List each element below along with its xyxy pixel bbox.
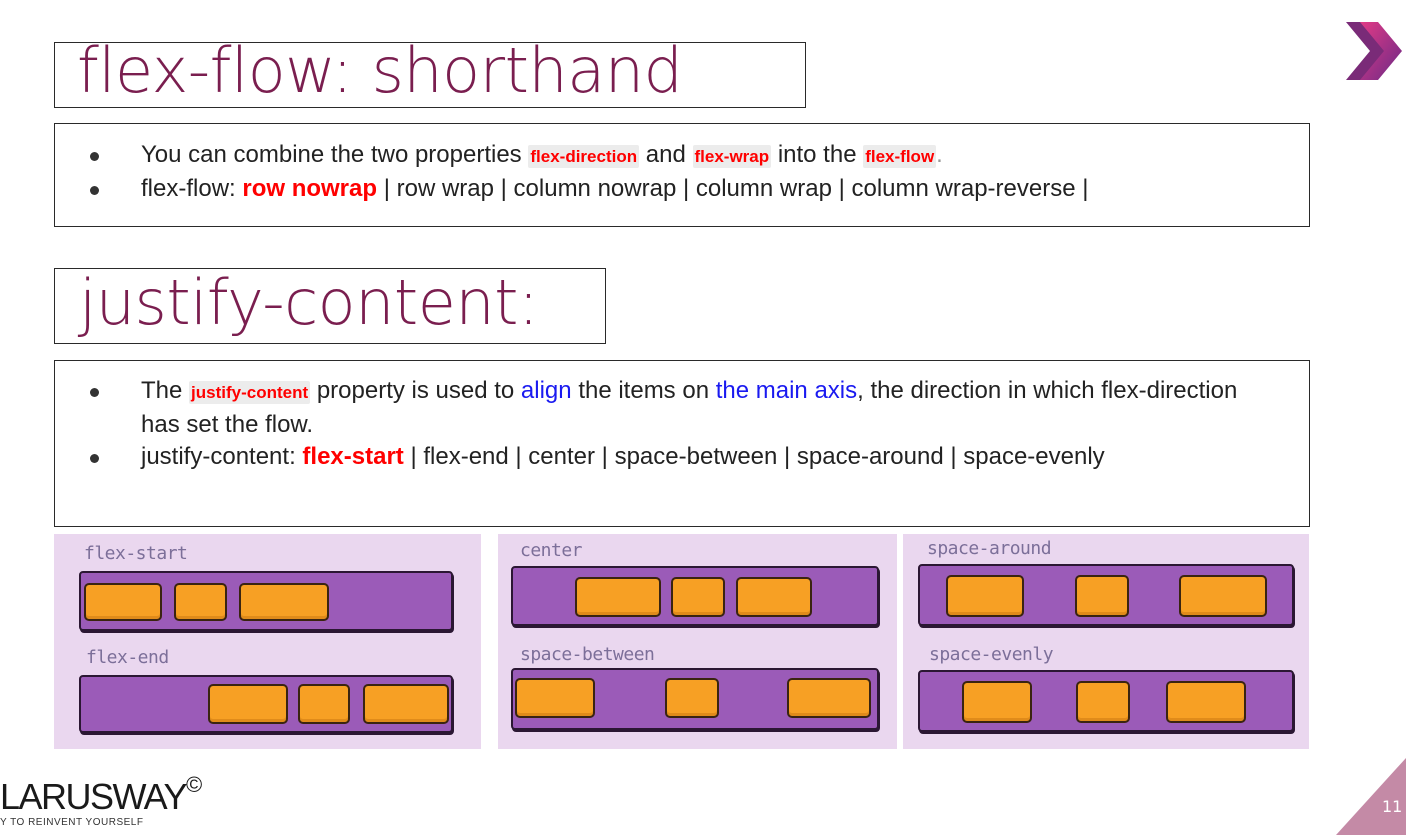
label-flex-end: flex-end: [86, 647, 169, 668]
illustration-panel-center-between: center space-between: [498, 534, 897, 749]
default-value-highlight: row nowrap: [242, 175, 378, 202]
flex-container-bar: [918, 670, 1294, 732]
label-space-evenly: space-evenly: [929, 644, 1054, 665]
flex-item: [671, 577, 725, 617]
label-center: center: [520, 540, 583, 561]
flex-container-bar: [511, 566, 879, 626]
copyright-symbol: ©: [186, 772, 203, 797]
justify-content-title-text: justify-content:: [79, 266, 539, 339]
flex-container-bar: [79, 571, 453, 631]
code-flex-direction: flex-direction: [528, 145, 640, 168]
label-space-between: space-between: [520, 644, 655, 665]
double-chevron-logo-icon: [1346, 22, 1402, 80]
flex-item: [1075, 575, 1129, 617]
brand-tagline: Y TO REINVENT YOURSELF: [0, 817, 144, 828]
brand-logo-text: LARUSWAY©: [0, 774, 202, 817]
bullet-text: | flex-end | center | space-between | sp…: [410, 443, 1105, 470]
illustration-panel-around-evenly: space-around space-evenly: [903, 534, 1309, 749]
flex-container-bar: [511, 668, 879, 730]
code-justify-content: justify-content: [189, 381, 311, 404]
flex-item: [1166, 681, 1246, 723]
flex-item: [84, 583, 162, 621]
justify-content-bullet-2: justify-content: flex-start | flex-end |…: [55, 441, 1309, 473]
flex-item: [946, 575, 1024, 617]
bullet-text: justify-content:: [141, 443, 296, 470]
justify-content-title: justify-content:: [54, 268, 606, 344]
flex-item: [1076, 681, 1130, 723]
flex-item: [298, 684, 350, 724]
flex-item: [208, 684, 288, 724]
default-value-highlight: flex-start: [302, 443, 404, 470]
code-flex-flow: flex-flow: [863, 145, 937, 168]
blue-text-align: align: [520, 377, 572, 404]
bullet-text: and: [645, 141, 686, 168]
bullet-text: property is used to: [316, 377, 515, 404]
illustration-panel-start-end: flex-start flex-end: [54, 534, 481, 749]
label-space-around: space-around: [927, 538, 1052, 559]
flex-item: [575, 577, 661, 617]
flex-item: [736, 577, 812, 617]
flex-item: [1179, 575, 1267, 617]
bullet-text: The: [141, 377, 183, 404]
justify-content-description-box: The justify-content property is used to …: [54, 360, 1310, 527]
justify-content-bullet-1: The justify-content property is used to …: [55, 375, 1309, 441]
flex-flow-title: flex-flow: shorthand: [54, 40, 806, 108]
bullet-text: the items on: [578, 377, 710, 404]
flex-flow-title-text: flex-flow: shorthand: [77, 34, 683, 107]
bullet-text: flex-flow:: [141, 175, 236, 202]
bullet-text: | row wrap | column nowrap | column wrap…: [383, 175, 1089, 202]
flex-flow-bullet-2: flex-flow: row nowrap | row wrap | colum…: [55, 173, 1309, 205]
bullet-text: into the: [777, 141, 857, 168]
page-number: 11: [1382, 797, 1403, 816]
flex-item: [665, 678, 719, 718]
blue-text-main-axis: the main axis: [715, 377, 858, 404]
label-flex-start: flex-start: [84, 543, 188, 564]
flex-item: [515, 678, 595, 718]
flex-flow-description-box: You can combine the two properties flex-…: [54, 123, 1310, 227]
bullet-text: You can combine the two properties: [141, 141, 522, 168]
brand-name: LARUSWAY: [0, 776, 188, 817]
flex-item: [363, 684, 449, 724]
flex-item: [962, 681, 1032, 723]
flex-container-bar: [918, 564, 1294, 626]
bullet-text: .: [936, 141, 943, 168]
flex-item: [174, 583, 227, 621]
flex-item: [239, 583, 329, 621]
code-flex-wrap: flex-wrap: [692, 145, 772, 168]
flex-flow-bullet-1: You can combine the two properties flex-…: [55, 139, 1309, 173]
flex-container-bar: [79, 675, 453, 733]
flex-item: [787, 678, 871, 718]
